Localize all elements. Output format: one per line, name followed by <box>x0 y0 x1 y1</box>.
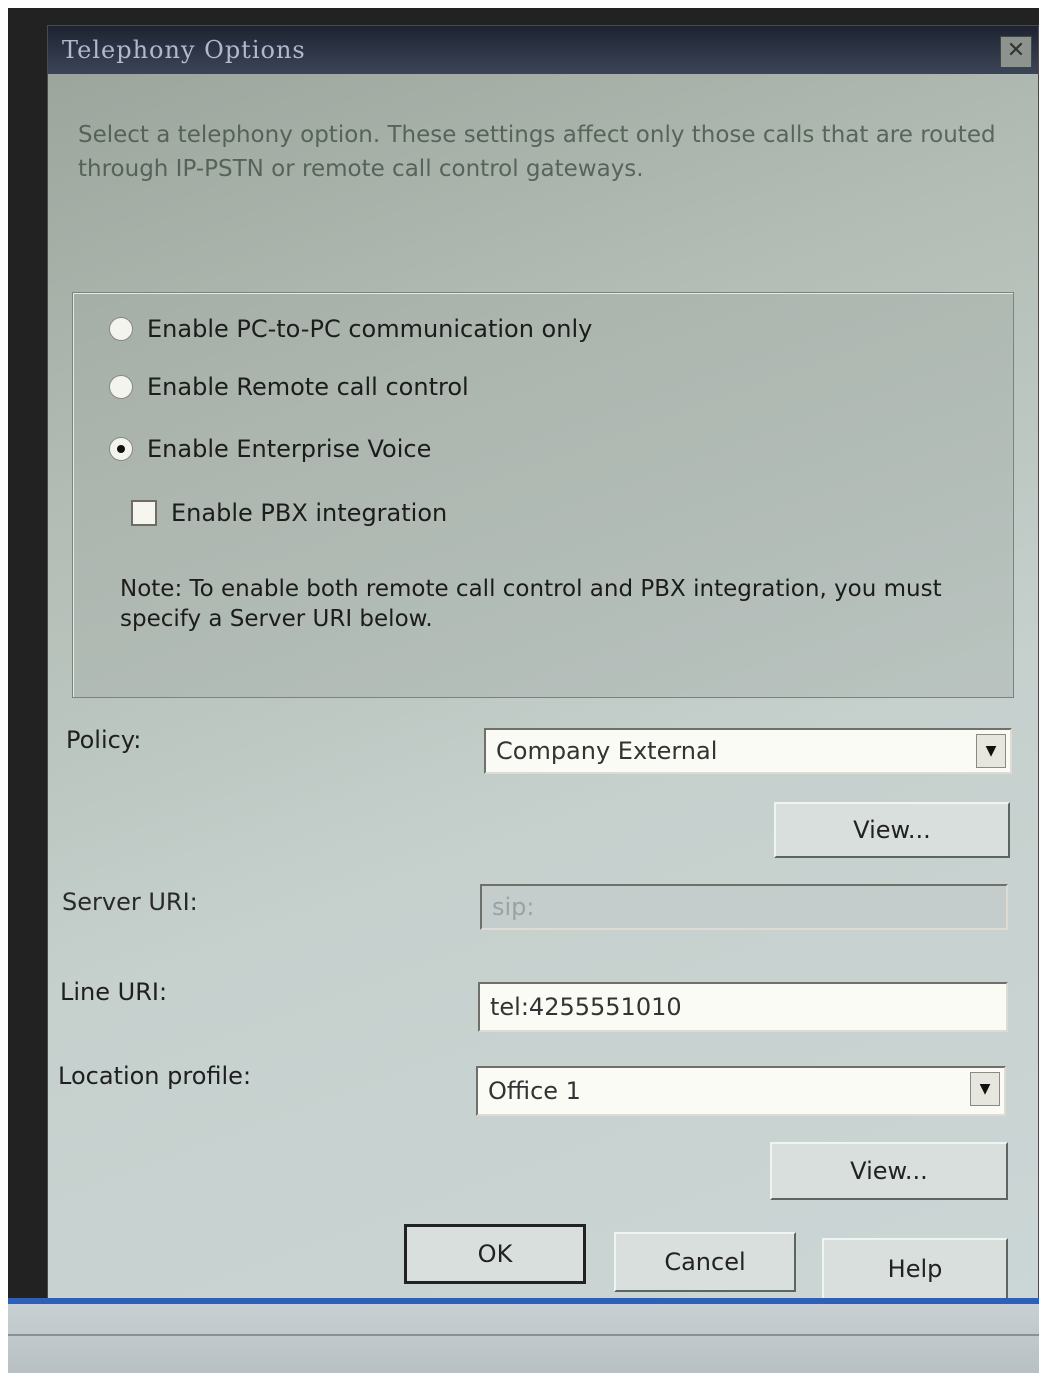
radio-enterprise-voice[interactable]: Enable Enterprise Voice <box>109 435 431 463</box>
radio-remote-call-control-label: Enable Remote call control <box>147 373 469 401</box>
location-profile-view-label: View... <box>850 1157 928 1185</box>
divider <box>8 1334 1039 1336</box>
line-uri-label: Line URI: <box>60 978 168 1006</box>
line-uri-input[interactable]: tel:4255551010 <box>478 982 1008 1032</box>
policy-value: Company External <box>496 737 718 765</box>
note-text: Note: To enable both remote call control… <box>120 576 942 632</box>
help-button[interactable]: Help <box>822 1238 1008 1300</box>
telephony-option-group: Enable PC-to-PC communication only Enabl… <box>72 292 1014 698</box>
radio-pc-to-pc-indicator[interactable] <box>109 317 133 341</box>
policy-view-button[interactable]: View... <box>774 802 1010 858</box>
server-uri-label: Server URI: <box>62 888 198 916</box>
cancel-label: Cancel <box>664 1248 746 1276</box>
location-profile-dropdown[interactable]: Office 1 ▼ <box>476 1066 1006 1116</box>
checkbox-pbx-integration-label: Enable PBX integration <box>171 499 448 527</box>
checkbox-pbx-integration-box[interactable] <box>131 500 157 526</box>
photo-frame: Telephony Options ✕ Select a telephony o… <box>8 8 1039 1373</box>
telephony-options-dialog: Telephony Options ✕ Select a telephony o… <box>48 26 1038 1321</box>
checkbox-pbx-integration[interactable]: Enable PBX integration <box>131 499 447 527</box>
policy-label: Policy: <box>66 726 142 754</box>
location-profile-value: Office 1 <box>488 1077 581 1105</box>
dialog-description: Select a telephony option. These setting… <box>78 122 996 182</box>
cancel-button[interactable]: Cancel <box>614 1232 796 1292</box>
close-icon: ✕ <box>1006 38 1026 63</box>
location-profile-label: Location profile: <box>58 1062 252 1090</box>
radio-enterprise-voice-label: Enable Enterprise Voice <box>147 435 432 463</box>
chevron-down-icon[interactable]: ▼ <box>976 734 1006 768</box>
policy-dropdown[interactable]: Company External ▼ <box>484 728 1012 774</box>
radio-enterprise-voice-indicator[interactable] <box>109 437 133 461</box>
line-uri-value: tel:4255551010 <box>490 993 682 1021</box>
policy-view-label: View... <box>853 816 931 844</box>
server-uri-input: sip: <box>480 884 1008 930</box>
radio-remote-call-control[interactable]: Enable Remote call control <box>109 373 469 401</box>
ok-button[interactable]: OK <box>404 1224 586 1284</box>
location-profile-view-button[interactable]: View... <box>770 1142 1008 1200</box>
close-button[interactable]: ✕ <box>1000 36 1032 68</box>
background-window-strip <box>8 1304 1039 1373</box>
title-bar: Telephony Options ✕ <box>48 26 1038 74</box>
radio-pc-to-pc-label: Enable PC-to-PC communication only <box>147 315 593 343</box>
ok-label: OK <box>477 1240 513 1268</box>
help-label: Help <box>887 1255 943 1283</box>
radio-pc-to-pc[interactable]: Enable PC-to-PC communication only <box>109 315 592 343</box>
dialog-title: Telephony Options <box>62 36 306 64</box>
server-uri-value: sip: <box>492 893 535 921</box>
chevron-down-icon[interactable]: ▼ <box>970 1072 1000 1106</box>
radio-remote-call-control-indicator[interactable] <box>109 375 133 399</box>
